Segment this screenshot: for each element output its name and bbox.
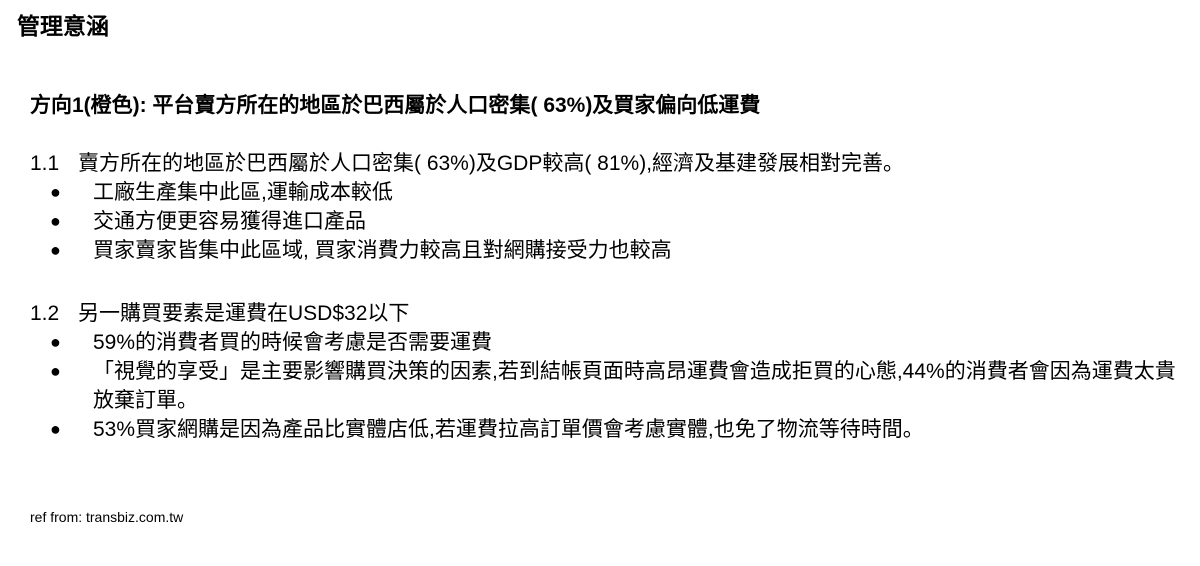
- bullet-text: 交通方便更容易獲得進口產品: [93, 210, 366, 233]
- bullet-list: ● 59%的消費者買的時候會考慮是否需要運費 ● 「視覺的享受」是主要影響購買決…: [30, 328, 1190, 444]
- list-item: ● 53%買家網購是因為產品比實體店低,若運費拉高訂單價會考慮實體,也免了物流等…: [30, 415, 1190, 444]
- bullet-text: 59%的消費者買的時候會考慮是否需要運費: [93, 331, 493, 354]
- section-number: 1.2: [30, 302, 60, 325]
- section-text: 賣方所在的地區於巴西屬於人口密集( 63%)及GDP較高( 81%),經濟及基建…: [78, 152, 905, 175]
- bullet-text: 53%買家網購是因為產品比實體店低,若運費拉高訂單價會考慮實體,也免了物流等待時…: [93, 418, 924, 441]
- reference-note: ref from: transbiz.com.tw: [30, 509, 184, 525]
- section-text: 另一購買要素是運費在USD$32以下: [78, 302, 410, 325]
- page-title: 管理意涵: [17, 13, 109, 39]
- section-1-2: 1.2 另一購買要素是運費在USD$32以下 ● 59%的消費者買的時候會考慮是否…: [30, 299, 1190, 444]
- section-number: 1.1: [30, 152, 60, 175]
- document-page: 管理意涵 方向1(橙色): 平台賣方所在的地區於巴西屬於人口密集( 63%)及買…: [0, 0, 1200, 566]
- bullet-text: 「視覺的享受」是主要影響購買決策的因素,若到結帳頁面時高昂運費會造成拒買的心態,…: [93, 360, 1176, 412]
- bullet-icon: ●: [50, 211, 61, 231]
- bullet-icon: ●: [50, 332, 61, 352]
- list-item: ● 買家賣家皆集中此區域, 買家消費力較高且對網購接受力也較高: [30, 236, 1190, 265]
- list-item: ● 工廠生產集中此區,運輸成本較低: [30, 178, 1190, 207]
- section-1-1: 1.1 賣方所在的地區於巴西屬於人口密集( 63%)及GDP較高( 81%),經濟…: [30, 149, 1190, 265]
- list-item: ● 「視覺的享受」是主要影響購買決策的因素,若到結帳頁面時高昂運費會造成拒買的心…: [30, 357, 1190, 415]
- section-heading: 1.2 另一購買要素是運費在USD$32以下: [30, 299, 1190, 328]
- bullet-icon: ●: [50, 240, 61, 260]
- direction-heading: 方向1(橙色): 平台賣方所在的地區於巴西屬於人口密集( 63%)及買家偏向低運…: [30, 94, 761, 117]
- bullet-icon: ●: [50, 419, 61, 439]
- bullet-icon: ●: [50, 361, 61, 381]
- list-item: ● 交通方便更容易獲得進口產品: [30, 207, 1190, 236]
- list-item: ● 59%的消費者買的時候會考慮是否需要運費: [30, 328, 1190, 357]
- bullet-list: ● 工廠生產集中此區,運輸成本較低 ● 交通方便更容易獲得進口產品 ● 買家賣家…: [30, 178, 1190, 265]
- bullet-icon: ●: [50, 182, 61, 202]
- bullet-text: 工廠生產集中此區,運輸成本較低: [93, 181, 393, 204]
- section-heading: 1.1 賣方所在的地區於巴西屬於人口密集( 63%)及GDP較高( 81%),經濟…: [30, 149, 1190, 178]
- bullet-text: 買家賣家皆集中此區域, 買家消費力較高且對網購接受力也較高: [93, 239, 672, 262]
